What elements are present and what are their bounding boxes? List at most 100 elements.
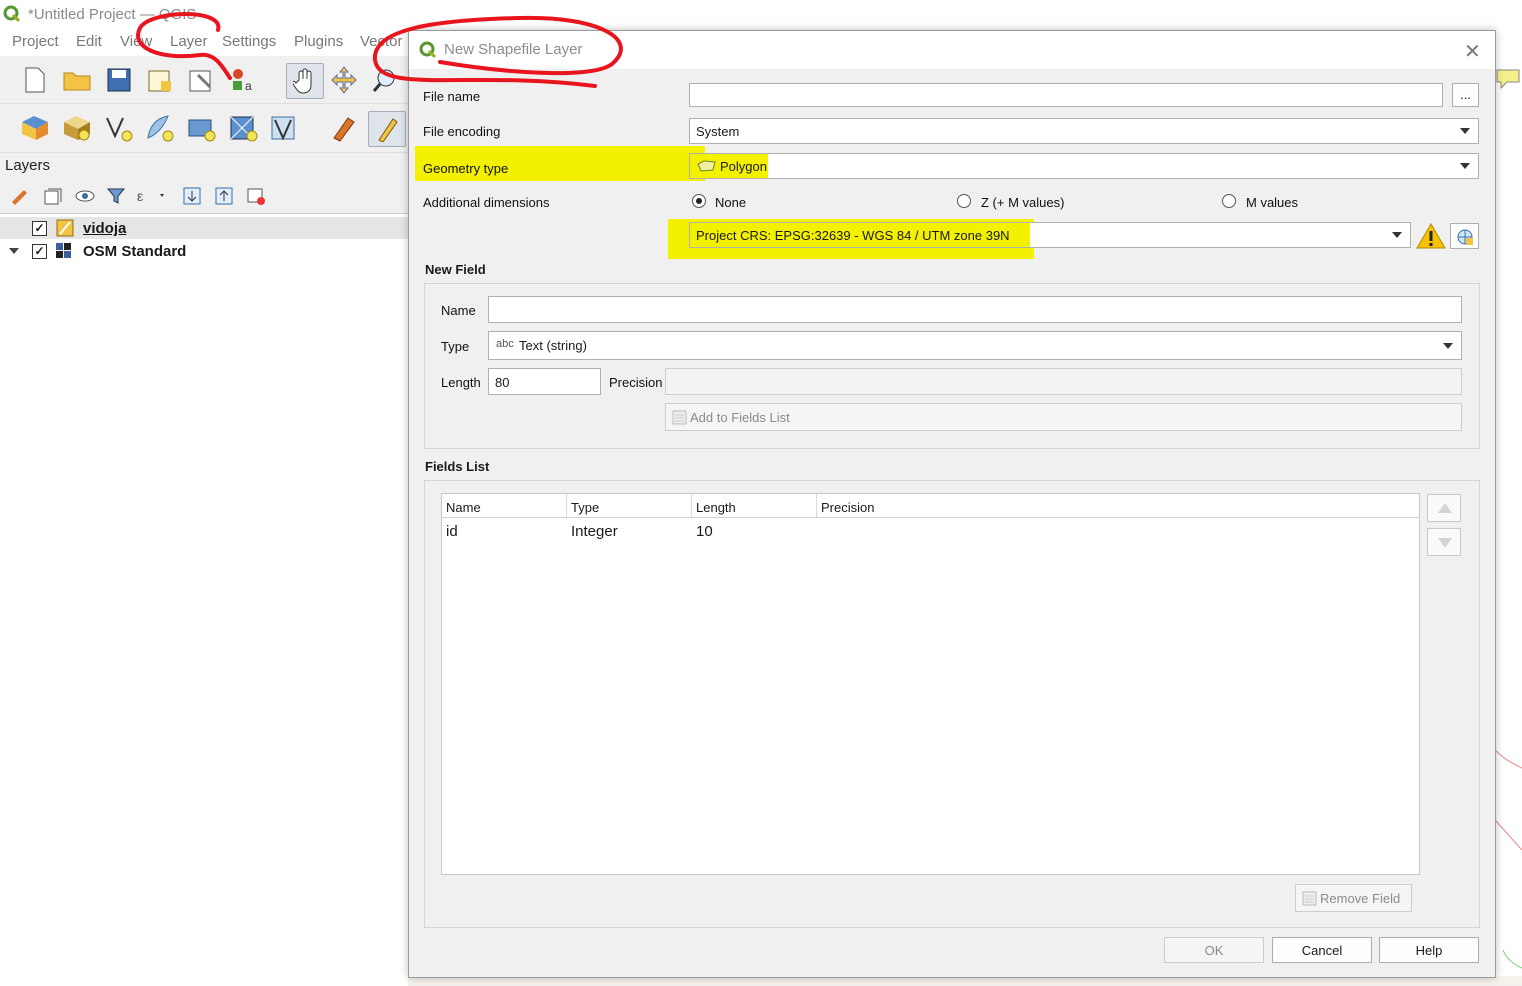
svg-text:ε: ε [137, 188, 143, 204]
filter-expression-icon[interactable]: ε [136, 186, 166, 206]
add-group-icon[interactable] [42, 186, 62, 206]
column-header-length[interactable]: Length [692, 494, 817, 518]
dimension-z-radio[interactable] [957, 194, 971, 208]
remove-field-label: Remove Field [1320, 891, 1401, 906]
select-crs-button[interactable] [1450, 223, 1479, 249]
qgis-logo-icon [419, 41, 437, 59]
dialog-title: New Shapefile Layer [444, 41, 583, 58]
layout-manager-icon[interactable] [186, 65, 216, 95]
arrow-up-icon [1438, 503, 1452, 513]
menu-settings[interactable]: Settings [222, 33, 276, 50]
pan-map-icon[interactable] [286, 63, 324, 99]
layers-panel-title: Layers [5, 157, 51, 174]
column-header-precision[interactable]: Precision [817, 494, 1419, 518]
dimension-m-radio[interactable] [1222, 194, 1236, 208]
map-lines [1495, 749, 1522, 969]
new-field-group: Name Type abc Text (string) Length 80 Pr… [424, 283, 1480, 449]
field-type-value: Text (string) [519, 338, 587, 353]
field-name-input[interactable] [488, 296, 1462, 323]
arrow-down-icon [1438, 538, 1452, 548]
field-type-label: Type [441, 339, 470, 354]
toggle-editing-icon[interactable] [368, 111, 406, 147]
column-header-type[interactable]: Type [567, 494, 692, 518]
field-precision-label: Precision [609, 375, 663, 390]
column-header-name[interactable]: Name [442, 494, 567, 518]
cell-type: Integer [571, 523, 618, 540]
style-panel-icon[interactable] [10, 186, 30, 206]
data-source-manager-icon[interactable] [20, 113, 50, 143]
new-mesh-layer-icon[interactable] [269, 113, 299, 143]
browse-button[interactable]: ... [1452, 83, 1479, 107]
field-precision-input[interactable] [665, 368, 1462, 395]
cell-name: id [446, 523, 458, 540]
expand-all-icon[interactable] [182, 186, 202, 206]
layer-visibility-checkbox[interactable]: ✓ [32, 221, 47, 236]
menu-project[interactable]: Project [12, 33, 59, 50]
crs-combo[interactable]: Project CRS: EPSG:32639 - WGS 84 / UTM z… [689, 222, 1411, 248]
text-type-icon: abc [496, 338, 514, 350]
cancel-button[interactable]: Cancel [1272, 937, 1372, 963]
style-manager-icon[interactable]: a [228, 65, 258, 95]
fields-list-title: Fields List [425, 459, 490, 474]
menu-edit[interactable]: Edit [76, 33, 102, 50]
manage-visibility-icon[interactable] [74, 186, 96, 206]
menu-plugins[interactable]: Plugins [294, 33, 343, 50]
field-length-input[interactable]: 80 [488, 368, 601, 395]
new-spatialite-icon[interactable] [144, 113, 174, 143]
table-row[interactable]: id Integer 10 [442, 519, 1419, 543]
fields-table[interactable]: Name Type Length Precision id Integer 10 [441, 493, 1420, 875]
qgis-logo-icon [3, 5, 21, 23]
collapse-all-icon[interactable] [214, 186, 234, 206]
new-field-title: New Field [425, 262, 486, 277]
pan-to-selection-icon[interactable] [329, 65, 359, 95]
ok-button[interactable]: OK [1164, 937, 1264, 963]
new-shapefile-icon[interactable] [103, 113, 133, 143]
map-canvas-edge[interactable] [1495, 30, 1522, 985]
additional-dimensions-label: Additional dimensions [423, 195, 550, 210]
new-temporary-layer-icon[interactable] [186, 113, 216, 143]
open-project-icon[interactable] [62, 65, 92, 95]
layer-visibility-checkbox[interactable]: ✓ [32, 244, 47, 259]
new-virtual-layer-icon[interactable] [228, 113, 258, 143]
new-geopackage-icon[interactable] [62, 113, 92, 143]
field-length-label: Length [441, 375, 481, 390]
move-down-button[interactable] [1427, 528, 1461, 556]
layer-row-vidoja[interactable]: ✓ vidoja [0, 217, 408, 239]
layer-row-osm-standard[interactable]: ✓ OSM Standard [0, 240, 408, 262]
new-project-icon[interactable] [20, 65, 50, 95]
add-to-fields-button[interactable]: Add to Fields List [665, 403, 1462, 431]
help-button[interactable]: Help [1379, 937, 1479, 963]
layers-tree: ✓ vidoja ✓ OSM Standard [0, 213, 408, 986]
svg-text:a: a [245, 79, 252, 93]
close-icon[interactable]: ✕ [1464, 39, 1481, 64]
file-name-input[interactable] [689, 83, 1443, 107]
current-edits-icon[interactable] [328, 113, 358, 143]
geometry-type-combo[interactable]: Polygon [689, 153, 1479, 179]
app-title: *Untitled Project — QGIS [28, 6, 197, 23]
save-project-icon[interactable] [104, 65, 134, 95]
move-up-button[interactable] [1427, 494, 1461, 522]
expand-arrow-icon[interactable] [9, 248, 19, 254]
layer-toolbar [0, 104, 408, 153]
remove-layer-icon[interactable] [246, 186, 266, 206]
remove-field-icon [1302, 891, 1317, 906]
menu-view[interactable]: View [120, 33, 152, 50]
chevron-down-icon [1460, 163, 1470, 169]
dimension-none-radio[interactable] [692, 194, 706, 208]
new-print-layout-icon[interactable] [145, 65, 175, 95]
warning-icon [1416, 223, 1446, 249]
file-name-label: File name [423, 89, 481, 104]
dialog-titlebar: New Shapefile Layer ✕ [409, 31, 1495, 69]
remove-field-button[interactable]: Remove Field [1295, 884, 1412, 912]
dimension-m-label: M values [1246, 195, 1299, 210]
menu-layer[interactable]: Layer [170, 33, 208, 50]
add-field-icon [672, 410, 687, 425]
field-type-combo[interactable]: abc Text (string) [488, 331, 1462, 360]
chevron-down-icon [1443, 343, 1453, 349]
tips-icon[interactable] [1495, 66, 1521, 92]
zoom-in-icon[interactable] [370, 65, 400, 95]
file-encoding-combo[interactable]: System [689, 118, 1479, 144]
filter-legend-icon[interactable] [106, 186, 126, 206]
polygon-layer-icon [56, 219, 74, 237]
menu-vector[interactable]: Vector [360, 33, 403, 50]
